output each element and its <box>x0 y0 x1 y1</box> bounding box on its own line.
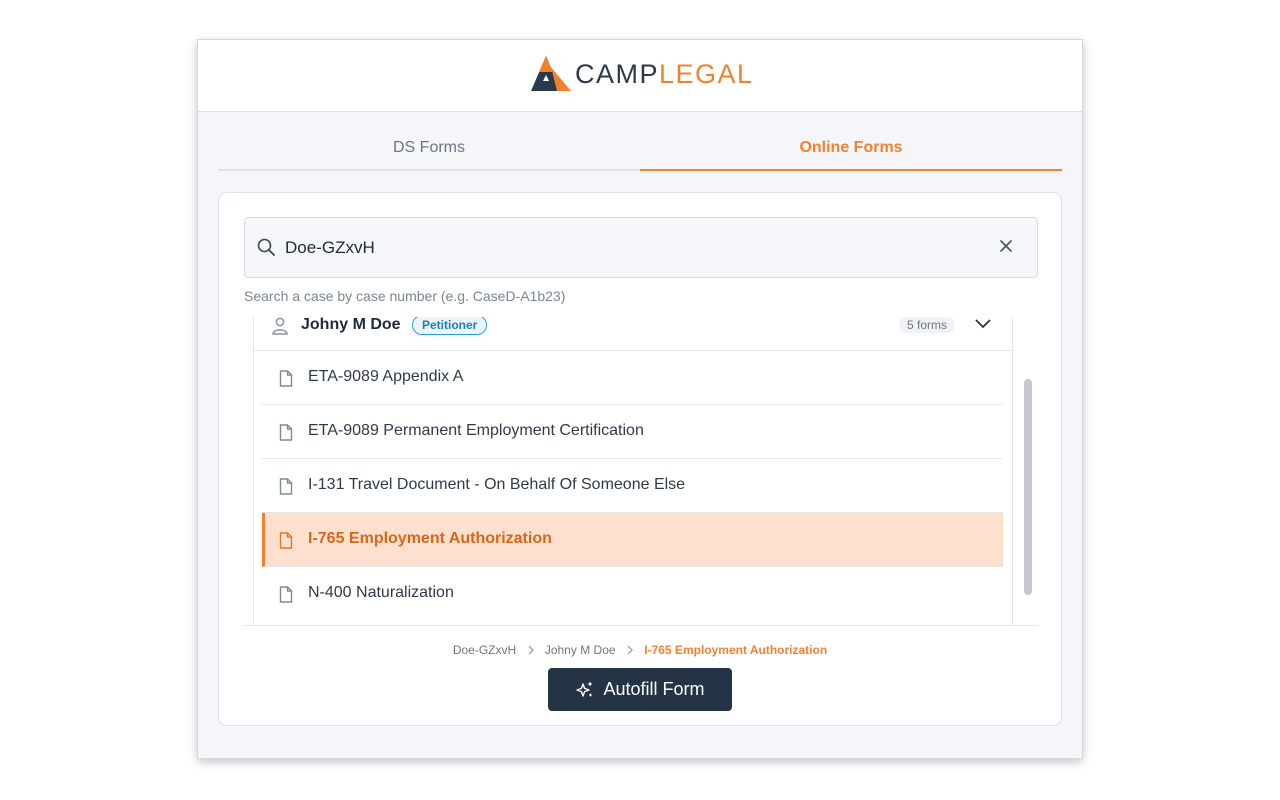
breadcrumb-case[interactable]: Doe-GZxvH <box>453 643 516 657</box>
breadcrumb-form: I-765 Employment Authorization <box>644 642 828 657</box>
chevron-right-icon <box>627 645 633 655</box>
person-group-header[interactable]: Johny M Doe Petitioner 5 forms <box>254 317 1012 351</box>
tab-ds-forms[interactable]: DS Forms <box>218 131 640 171</box>
divider <box>244 625 1038 626</box>
form-item[interactable]: I-131 Travel Document - On Behalf Of Som… <box>262 459 1003 513</box>
breadcrumb: Doe-GZxvH Johny M Doe I-765 Employment A… <box>219 642 1061 657</box>
search-hint: Search a case by case number (e.g. CaseD… <box>244 288 566 304</box>
form-item-label: N-400 Naturalization <box>308 584 454 601</box>
logo-triangle-icon <box>531 56 571 91</box>
brand-name-part2: LEGAL <box>659 58 754 89</box>
role-badge: Petitioner <box>412 317 488 335</box>
form-item-label: ETA-9089 Appendix A <box>308 368 464 385</box>
brand-name-part1: CAMP <box>575 58 660 89</box>
autofill-form-label: Autofill Form <box>603 679 705 699</box>
app-window: CAMPLEGAL DS Forms Online Forms Search a… <box>198 40 1082 758</box>
forms-list: ETA-9089 Appendix A ETA-9089 Permanent E… <box>262 351 1003 621</box>
form-item-label: ETA-9089 Permanent Employment Certificat… <box>308 422 644 439</box>
breadcrumb-person[interactable]: Johny M Doe <box>545 643 616 657</box>
form-item-selected[interactable]: I-765 Employment Authorization <box>262 513 1003 567</box>
form-item[interactable]: ETA-9089 Permanent Employment Certificat… <box>262 405 1003 459</box>
chevron-down-icon[interactable] <box>974 317 992 331</box>
sparkle-icon <box>576 681 593 697</box>
tab-bar: DS Forms Online Forms <box>218 131 1062 171</box>
user-icon <box>272 317 288 335</box>
form-picker-card: Search a case by case number (e.g. CaseD… <box>218 192 1062 726</box>
form-item[interactable]: N-400 Naturalization <box>262 567 1003 621</box>
case-results: Johny M Doe Petitioner 5 forms ETA-9089 … <box>253 317 1013 625</box>
search-input[interactable] <box>285 236 985 260</box>
scrollbar-track[interactable] <box>1024 317 1032 617</box>
document-icon <box>279 532 293 549</box>
form-item-label: I-765 Employment Authorization <box>308 530 552 547</box>
close-icon[interactable] <box>999 239 1013 253</box>
chevron-right-icon <box>528 645 534 655</box>
logo: CAMPLEGAL <box>529 55 754 93</box>
document-icon <box>279 478 293 495</box>
scrollbar-thumb[interactable] <box>1024 379 1032 595</box>
document-icon <box>279 424 293 441</box>
search-icon <box>257 238 275 256</box>
tab-online-forms[interactable]: Online Forms <box>640 131 1062 171</box>
brand-name: CAMPLEGAL <box>575 58 754 89</box>
forms-count-badge: 5 forms <box>899 317 956 333</box>
document-icon <box>279 370 293 387</box>
search-box <box>244 217 1038 278</box>
autofill-form-button[interactable]: Autofill Form <box>548 668 732 711</box>
form-item[interactable]: ETA-9089 Appendix A <box>262 351 1003 405</box>
form-item-label: I-131 Travel Document - On Behalf Of Som… <box>308 476 686 493</box>
document-icon <box>279 586 293 603</box>
person-name: Johny M Doe <box>301 317 401 333</box>
header: CAMPLEGAL <box>198 40 1082 112</box>
